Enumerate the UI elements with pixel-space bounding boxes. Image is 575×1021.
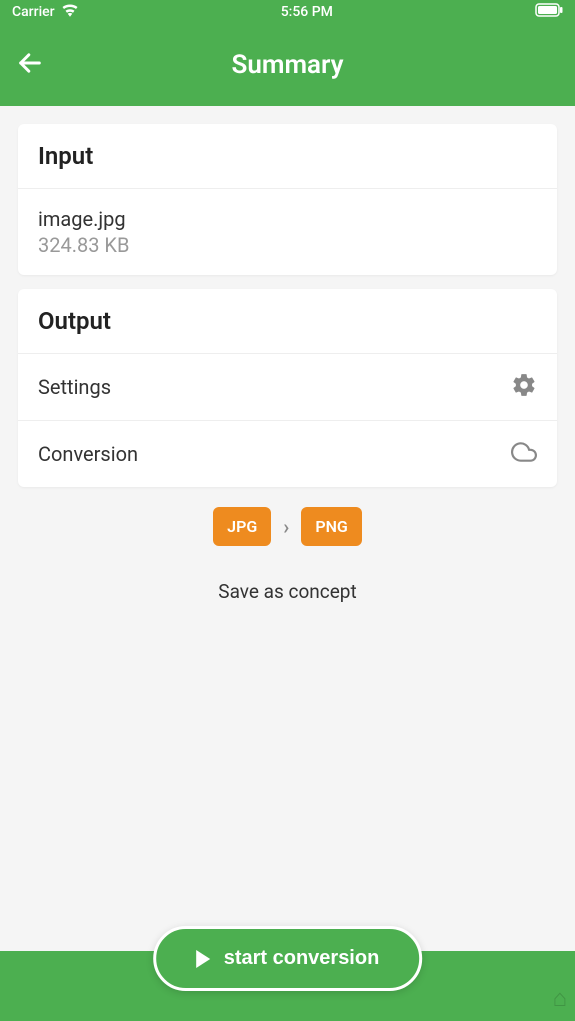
status-time: 5:56 PM (281, 4, 333, 20)
output-card: Output Settings Conversion (18, 289, 557, 487)
from-format-badge: JPG (213, 507, 271, 546)
gear-icon (511, 372, 537, 402)
status-bar: Carrier 5:56 PM (0, 0, 575, 24)
settings-row[interactable]: Settings (18, 354, 557, 420)
back-button[interactable] (16, 49, 44, 81)
conversion-row[interactable]: Conversion (18, 420, 557, 487)
to-format-badge: PNG (301, 507, 362, 546)
conversion-label: Conversion (38, 442, 138, 466)
page-title: Summary (231, 50, 343, 80)
settings-label: Settings (38, 375, 111, 399)
battery-icon (535, 3, 563, 21)
conversion-badges: JPG › PNG (18, 507, 557, 546)
input-card: Input image.jpg 324.83 KB (18, 124, 557, 275)
start-conversion-label: start conversion (224, 947, 380, 970)
input-filename: image.jpg (38, 207, 129, 231)
output-section-title: Output (18, 289, 557, 354)
chevron-right-icon: › (283, 515, 289, 539)
save-concept-button[interactable]: Save as concept (18, 580, 557, 603)
input-section-title: Input (18, 124, 557, 189)
carrier-label: Carrier (12, 4, 55, 20)
wifi-icon (61, 3, 79, 21)
app-header: Summary (0, 24, 575, 106)
input-file-row[interactable]: image.jpg 324.83 KB (18, 189, 557, 275)
cloud-icon (511, 439, 537, 469)
play-icon (196, 950, 210, 968)
input-filesize: 324.83 KB (38, 233, 129, 257)
start-conversion-button[interactable]: start conversion (153, 926, 423, 991)
